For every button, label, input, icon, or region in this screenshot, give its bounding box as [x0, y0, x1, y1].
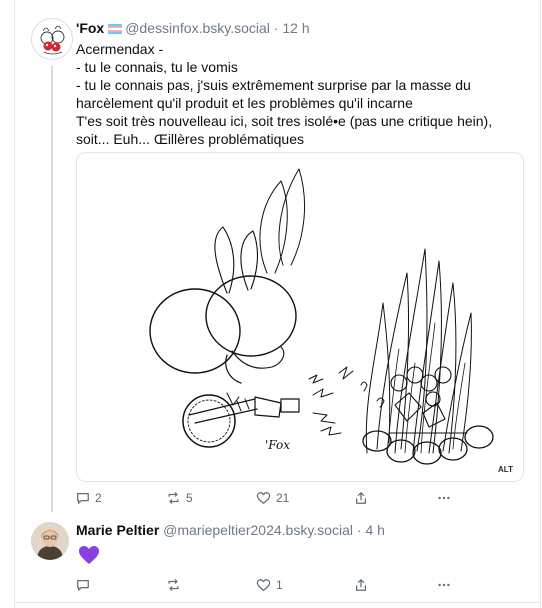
- post-text-line: - tu le connais pas, j'suis extrêmement …: [76, 77, 471, 93]
- fox-avatar-drawing-icon: [32, 19, 72, 59]
- author-handle[interactable]: @mariepeltier2024.bsky.social: [163, 522, 353, 538]
- post-header: Marie Peltier @mariepeltier2024.bsky.soc…: [76, 521, 385, 539]
- repost-count: 5: [186, 491, 193, 505]
- artist-signature: 'Fox: [265, 438, 290, 452]
- speech-bubble-icon: [77, 493, 89, 504]
- reply-button[interactable]: [76, 575, 95, 595]
- repost-button[interactable]: 5: [166, 488, 193, 508]
- ellipsis-icon: [438, 496, 450, 500]
- post-header: 'Fox @dessinfox.bsky.social · 12 h: [76, 19, 310, 37]
- post-text-line: Acermendax -: [76, 41, 164, 57]
- post-actions: 2 5 21: [76, 488, 456, 508]
- heart-outline-icon: [256, 492, 271, 504]
- author-name[interactable]: 'Fox: [76, 20, 104, 36]
- author-handle[interactable]: @dessinfox.bsky.social: [125, 20, 270, 36]
- repost-arrows-icon: [168, 492, 179, 504]
- heart-outline-icon: [256, 579, 271, 591]
- campfire-drawing-image: 'Fox: [149, 168, 494, 465]
- post-text-line: soit... Euh... Œillères problématiques: [76, 131, 304, 147]
- alt-text-badge[interactable]: ALT: [494, 464, 517, 475]
- share-upload-icon: [356, 492, 366, 504]
- avatar[interactable]: [31, 18, 73, 60]
- more-options-button[interactable]: [436, 575, 452, 595]
- post-text-line: - tu le connais, tu le vomis: [76, 59, 238, 75]
- post-timestamp[interactable]: 4 h: [365, 522, 384, 538]
- post-fox[interactable]: 'Fox @dessinfox.bsky.social · 12 h Acerme…: [14, 0, 540, 520]
- repost-arrows-icon: [168, 579, 179, 591]
- separator-dot: ·: [356, 522, 362, 538]
- post-actions: 1: [76, 575, 456, 595]
- post-text: Acermendax - - tu le connais, tu le vomi…: [76, 40, 492, 148]
- like-button[interactable]: 21: [256, 488, 289, 508]
- post-image[interactable]: 'Fox ALT: [76, 152, 524, 482]
- trans-flag-icon: [108, 24, 123, 34]
- post-divider: [14, 602, 540, 603]
- repost-button[interactable]: [166, 575, 186, 595]
- like-button[interactable]: 1: [256, 575, 283, 595]
- speech-bubble-icon: [77, 580, 89, 591]
- thread-connector-line: [51, 66, 53, 512]
- like-count: 21: [276, 491, 290, 505]
- reply-button[interactable]: 2: [76, 488, 102, 508]
- reply-count: 2: [95, 491, 102, 505]
- post-text-line: T'es soit très nouvelleau ici, soit tres…: [76, 113, 493, 129]
- separator-dot: ·: [273, 20, 279, 36]
- share-button[interactable]: [354, 575, 368, 595]
- author-name[interactable]: Marie Peltier: [76, 522, 159, 538]
- more-options-button[interactable]: [436, 488, 452, 508]
- post-text-line: harcèlement qu'il produit et les problèm…: [76, 95, 413, 111]
- like-count: 1: [276, 578, 283, 592]
- post-marie-peltier[interactable]: Marie Peltier @mariepeltier2024.bsky.soc…: [14, 520, 540, 602]
- share-upload-icon: [356, 579, 366, 591]
- purple-heart-icon: [78, 545, 100, 570]
- share-button[interactable]: [354, 488, 368, 508]
- post-timestamp[interactable]: 12 h: [282, 20, 309, 36]
- person-avatar-icon: [31, 522, 69, 560]
- feed-right-border: [540, 0, 541, 608]
- ellipsis-icon: [438, 583, 450, 587]
- avatar[interactable]: [31, 522, 69, 560]
